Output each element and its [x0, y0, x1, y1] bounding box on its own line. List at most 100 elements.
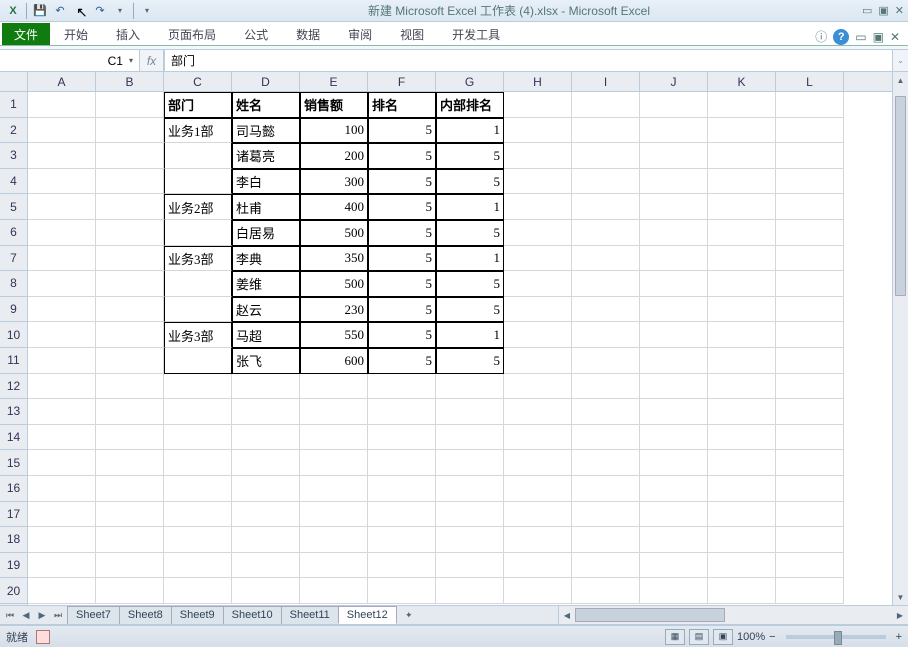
minimize-button[interactable]: ▭	[862, 4, 872, 17]
cell-J9[interactable]	[640, 297, 708, 323]
cell-J10[interactable]	[640, 322, 708, 348]
cell-J11[interactable]	[640, 348, 708, 374]
tab-nav-prev-icon[interactable]: ◀	[18, 610, 34, 621]
cell-J13[interactable]	[640, 399, 708, 425]
row-header-14[interactable]: 14	[0, 425, 27, 451]
col-header-J[interactable]: J	[640, 72, 708, 91]
cell-J20[interactable]	[640, 578, 708, 604]
cell-A11[interactable]	[28, 348, 96, 374]
cell-F1[interactable]: 排名	[368, 92, 436, 118]
cell-K19[interactable]	[708, 553, 776, 579]
col-header-C[interactable]: C	[164, 72, 232, 91]
col-header-I[interactable]: I	[572, 72, 640, 91]
cell-J1[interactable]	[640, 92, 708, 118]
cell-K13[interactable]	[708, 399, 776, 425]
cell-B16[interactable]	[96, 476, 164, 502]
cell-A5[interactable]	[28, 194, 96, 220]
tab-nav-last-icon[interactable]: ⏭	[50, 610, 66, 621]
cell-J19[interactable]	[640, 553, 708, 579]
cell-K1[interactable]	[708, 92, 776, 118]
cell-H2[interactable]	[504, 118, 572, 144]
cell-G6[interactable]: 5	[436, 220, 504, 246]
cell-C3[interactable]	[164, 143, 232, 169]
cell-F13[interactable]	[368, 399, 436, 425]
cell-H6[interactable]	[504, 220, 572, 246]
cell-H11[interactable]	[504, 348, 572, 374]
cell-J18[interactable]	[640, 527, 708, 553]
cell-G11[interactable]: 5	[436, 348, 504, 374]
cell-I15[interactable]	[572, 450, 640, 476]
cell-E10[interactable]: 550	[300, 322, 368, 348]
ribbon-tab-3[interactable]: 公式	[230, 23, 282, 45]
macro-record-icon[interactable]	[36, 630, 50, 644]
cell-A17[interactable]	[28, 502, 96, 528]
ribbon-tab-0[interactable]: 开始	[50, 23, 102, 45]
cell-B5[interactable]	[96, 194, 164, 220]
cell-C16[interactable]	[164, 476, 232, 502]
cell-E12[interactable]	[300, 374, 368, 400]
cell-H18[interactable]	[504, 527, 572, 553]
cell-C19[interactable]	[164, 553, 232, 579]
cell-D11[interactable]: 张飞	[232, 348, 300, 374]
cell-G13[interactable]	[436, 399, 504, 425]
cell-K14[interactable]	[708, 425, 776, 451]
cell-I5[interactable]	[572, 194, 640, 220]
cell-J2[interactable]	[640, 118, 708, 144]
row-header-4[interactable]: 4	[0, 169, 27, 195]
cell-F19[interactable]	[368, 553, 436, 579]
cell-D15[interactable]	[232, 450, 300, 476]
cell-H13[interactable]	[504, 399, 572, 425]
cell-A8[interactable]	[28, 271, 96, 297]
scroll-up-icon[interactable]: ▲	[893, 72, 908, 88]
undo-icon[interactable]: ↶	[51, 2, 69, 20]
cell-J14[interactable]	[640, 425, 708, 451]
col-header-L[interactable]: L	[776, 72, 844, 91]
cell-L3[interactable]	[776, 143, 844, 169]
cell-G3[interactable]: 5	[436, 143, 504, 169]
cell-H15[interactable]	[504, 450, 572, 476]
cell-A20[interactable]	[28, 578, 96, 604]
cell-C6[interactable]	[164, 220, 232, 246]
cell-G19[interactable]	[436, 553, 504, 579]
cell-A2[interactable]	[28, 118, 96, 144]
name-box[interactable]: C1 ▾	[0, 50, 140, 71]
cell-C15[interactable]	[164, 450, 232, 476]
scroll-track-horizontal[interactable]	[575, 606, 892, 624]
cell-J7[interactable]	[640, 246, 708, 272]
cell-J12[interactable]	[640, 374, 708, 400]
cell-F8[interactable]: 5	[368, 271, 436, 297]
cell-L1[interactable]	[776, 92, 844, 118]
zoom-out-icon[interactable]: −	[769, 631, 775, 643]
ribbon-tab-4[interactable]: 数据	[282, 23, 334, 45]
ribbon-tab-6[interactable]: 视图	[386, 23, 438, 45]
cell-B8[interactable]	[96, 271, 164, 297]
cell-G2[interactable]: 1	[436, 118, 504, 144]
row-header-11[interactable]: 11	[0, 348, 27, 374]
cell-K12[interactable]	[708, 374, 776, 400]
maximize-button[interactable]: ▣	[878, 4, 888, 17]
redo-dropdown-icon[interactable]: ▾	[111, 2, 129, 20]
cell-C12[interactable]	[164, 374, 232, 400]
cell-F10[interactable]: 5	[368, 322, 436, 348]
scroll-thumb-horizontal[interactable]	[575, 608, 725, 622]
cell-J6[interactable]	[640, 220, 708, 246]
cell-G9[interactable]: 5	[436, 297, 504, 323]
fx-button[interactable]: fx	[140, 50, 164, 71]
sheet-tab-Sheet8[interactable]: Sheet8	[119, 606, 172, 624]
cell-C5[interactable]: 业务2部	[164, 194, 232, 220]
vertical-scrollbar[interactable]: ▲ ▼	[892, 72, 908, 605]
cell-H7[interactable]	[504, 246, 572, 272]
cell-F3[interactable]: 5	[368, 143, 436, 169]
row-header-5[interactable]: 5	[0, 194, 27, 220]
cell-B14[interactable]	[96, 425, 164, 451]
cell-E3[interactable]: 200	[300, 143, 368, 169]
undo-dropdown-icon[interactable]: ▾	[71, 2, 89, 20]
cell-F11[interactable]: 5	[368, 348, 436, 374]
file-tab[interactable]: 文件	[2, 23, 50, 45]
cell-A3[interactable]	[28, 143, 96, 169]
cell-D18[interactable]	[232, 527, 300, 553]
cell-L18[interactable]	[776, 527, 844, 553]
cell-L5[interactable]	[776, 194, 844, 220]
cell-C14[interactable]	[164, 425, 232, 451]
ribbon-tab-5[interactable]: 审阅	[334, 23, 386, 45]
